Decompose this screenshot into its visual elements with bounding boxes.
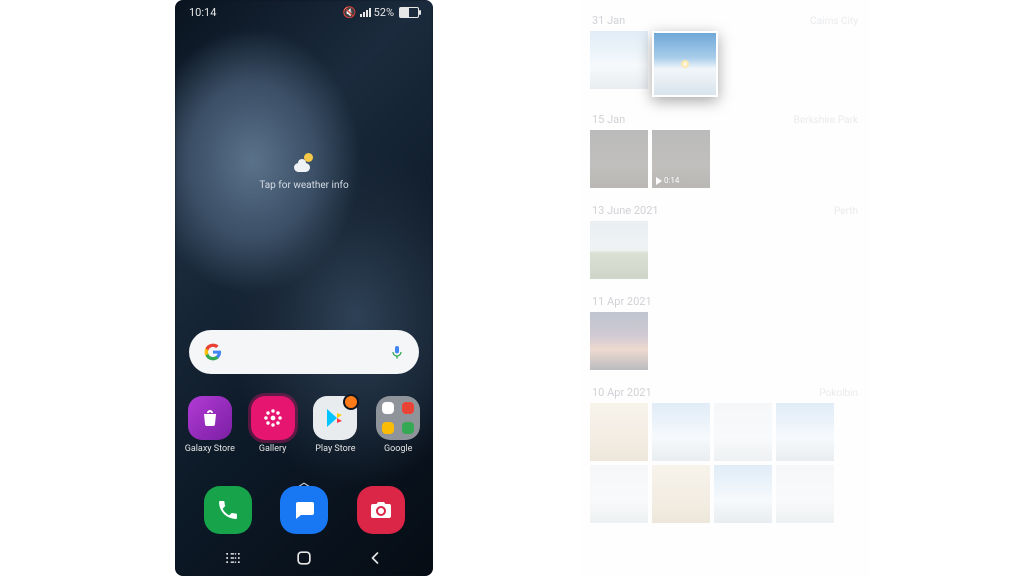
section-date: 10 Apr 2021 xyxy=(592,386,652,399)
battery-pct: 52% xyxy=(374,6,394,19)
volume-icon: 🔇 xyxy=(343,6,357,19)
favorites-row xyxy=(175,486,433,534)
weather-icon xyxy=(294,152,314,172)
photo-thumbnail[interactable] xyxy=(714,403,772,461)
photo-thumbnail[interactable] xyxy=(590,31,648,89)
phone-home-screen: 10:14 🔇 52% Tap for weather info xyxy=(175,0,433,576)
status-bar: 10:14 🔇 52% xyxy=(175,0,433,24)
gallery-icon xyxy=(251,396,295,440)
app-gallery[interactable]: Gallery xyxy=(245,396,301,454)
app-label: Gallery xyxy=(259,444,287,454)
photo-thumbnail[interactable] xyxy=(776,403,834,461)
section-date: 11 Apr 2021 xyxy=(592,295,652,308)
app-dock-row: Galaxy Store Gallery Play Store Goog xyxy=(175,396,433,454)
app-google-folder[interactable]: Google xyxy=(370,396,426,454)
galaxy-store-icon xyxy=(188,396,232,440)
nav-home[interactable] xyxy=(291,545,317,571)
gallery-section: 10 Apr 2021 Pokolbin xyxy=(580,372,870,525)
weather-widget[interactable]: Tap for weather info xyxy=(175,152,433,191)
photo-thumbnail[interactable] xyxy=(776,465,834,523)
clock: 10:14 xyxy=(189,6,216,19)
section-location: Pokolbin xyxy=(819,388,858,399)
photo-thumbnail[interactable] xyxy=(590,312,648,370)
play-store-icon xyxy=(313,396,357,440)
section-date: 15 Jan xyxy=(592,113,625,126)
play-icon: 0:14 xyxy=(656,176,679,185)
app-galaxy-store[interactable]: Galaxy Store xyxy=(182,396,238,454)
photo-thumbnail[interactable] xyxy=(590,130,648,188)
android-nav-bar xyxy=(175,540,433,576)
google-search-bar[interactable] xyxy=(189,330,419,374)
status-right: 🔇 52% xyxy=(343,6,419,19)
battery-icon xyxy=(399,7,419,18)
gallery-screen: 31 Jan Cairns City 15 Jan Berkshire Park… xyxy=(580,0,870,576)
google-logo-icon xyxy=(203,342,223,362)
section-date: 31 Jan xyxy=(592,14,625,27)
messages-app[interactable] xyxy=(280,486,328,534)
gallery-section: 13 June 2021 Perth xyxy=(580,190,870,281)
gallery-section: 15 Jan Berkshire Park 0:14 xyxy=(580,99,870,190)
app-play-store[interactable]: Play Store xyxy=(307,396,363,454)
video-thumbnail[interactable]: 0:14 xyxy=(652,130,710,188)
notification-badge xyxy=(343,394,359,410)
weather-label: Tap for weather info xyxy=(175,180,433,191)
photo-thumbnail-selected[interactable] xyxy=(652,31,718,97)
google-folder-icon xyxy=(376,396,420,440)
photo-thumbnail[interactable] xyxy=(652,465,710,523)
signal-icon xyxy=(360,8,371,17)
app-label: Google xyxy=(384,444,412,454)
app-label: Galaxy Store xyxy=(185,444,235,454)
photo-thumbnail[interactable] xyxy=(590,221,648,279)
gallery-section: 31 Jan Cairns City xyxy=(580,0,870,99)
nav-back[interactable] xyxy=(362,545,388,571)
photo-thumbnail[interactable] xyxy=(652,403,710,461)
gallery-section: 11 Apr 2021 xyxy=(580,281,870,372)
app-label: Play Store xyxy=(315,444,355,454)
nav-recents[interactable] xyxy=(220,545,246,571)
mic-icon[interactable] xyxy=(389,344,405,360)
photo-thumbnail[interactable] xyxy=(590,465,648,523)
section-location: Cairns City xyxy=(810,16,858,27)
camera-app[interactable] xyxy=(357,486,405,534)
phone-app[interactable] xyxy=(204,486,252,534)
section-location: Perth xyxy=(834,206,858,217)
photo-thumbnail[interactable] xyxy=(714,465,772,523)
section-location: Berkshire Park xyxy=(794,115,858,126)
section-date: 13 June 2021 xyxy=(592,204,659,217)
photo-thumbnail[interactable] xyxy=(590,403,648,461)
